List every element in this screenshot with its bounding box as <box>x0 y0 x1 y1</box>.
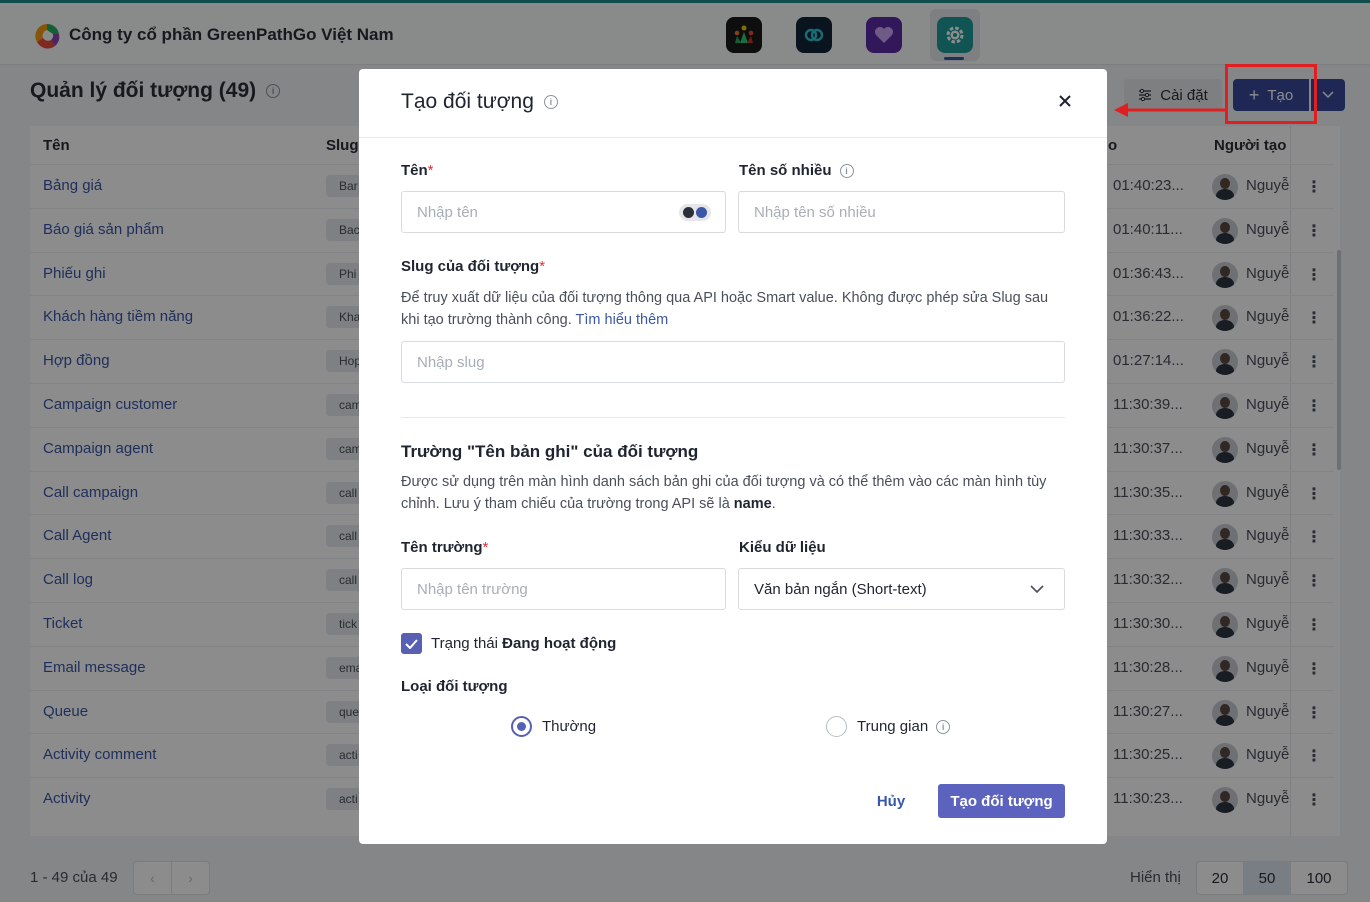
section-divider <box>401 417 1065 418</box>
record-desc-text: Được sử dụng trên màn hình danh sách bản… <box>401 474 1047 512</box>
record-name-section-title: Trường "Tên bản ghi" của đối tượng <box>401 442 699 461</box>
field-name-label: Tên trường* <box>401 539 488 556</box>
plural-name-label: Tên số nhiều i <box>739 162 854 179</box>
active-status-checkbox[interactable] <box>401 633 422 654</box>
learn-more-link[interactable]: Tìm hiểu thêm <box>576 312 669 328</box>
data-type-select[interactable]: Văn bản ngắn (Short-text) <box>738 568 1065 610</box>
object-type-normal-text: Thường <box>542 718 597 735</box>
close-icon[interactable] <box>1055 91 1075 111</box>
dialog-title: Tạo đối tượng i <box>401 90 558 114</box>
info-icon[interactable]: i <box>839 163 854 178</box>
required-marker: * <box>482 539 489 556</box>
password-manager-icon[interactable] <box>679 204 711 221</box>
slug-description-text: Để truy xuất dữ liệu của đối tượng thông… <box>401 290 1049 328</box>
field-name-placeholder: Nhập tên trường <box>417 580 528 598</box>
name-input[interactable]: Nhập tên <box>401 191 726 233</box>
slug-input-placeholder: Nhập slug <box>417 353 485 371</box>
object-type-normal-label[interactable]: Thường <box>542 718 596 735</box>
required-marker: * <box>427 162 434 179</box>
status-value: Đang hoạt động <box>502 635 617 652</box>
dialog-header: Tạo đối tượng i <box>359 69 1107 138</box>
object-type-label: Loại đối tượng <box>401 678 508 695</box>
data-type-value: Văn bản ngắn (Short-text) <box>754 580 927 598</box>
info-icon[interactable]: i <box>543 95 558 109</box>
slug-label: Slug của đối tượng* <box>401 258 545 275</box>
chevron-down-icon <box>1030 585 1044 594</box>
annotation-highlight-box <box>1225 64 1317 124</box>
object-type-junction-radio[interactable] <box>826 716 847 737</box>
plural-name-label-text: Tên số nhiều <box>739 162 832 179</box>
record-name-description: Được sử dụng trên màn hình danh sách bản… <box>401 471 1065 515</box>
status-prefix: Trạng thái <box>431 635 498 652</box>
dialog-title-text: Tạo đối tượng <box>401 90 534 113</box>
slug-description: Để truy xuất dữ liệu của đối tượng thông… <box>401 287 1065 331</box>
data-type-label-text: Kiểu dữ liệu <box>739 539 826 556</box>
name-input-placeholder: Nhập tên <box>417 203 478 221</box>
record-desc-end: . <box>771 496 776 512</box>
create-object-dialog: Tạo đối tượng i Tên* Nhập tên Tên số nhi… <box>359 69 1107 844</box>
plural-name-placeholder: Nhập tên số nhiều <box>754 203 876 221</box>
check-icon <box>405 638 418 649</box>
object-type-label-text: Loại đối tượng <box>401 678 508 695</box>
field-name-input[interactable]: Nhập tên trường <box>401 568 726 610</box>
create-object-button[interactable]: Tạo đối tượng <box>938 784 1065 818</box>
object-type-normal-radio[interactable] <box>511 716 532 737</box>
slug-input[interactable]: Nhập slug <box>401 341 1065 383</box>
plural-name-input[interactable]: Nhập tên số nhiều <box>738 191 1065 233</box>
active-status-label[interactable]: Trạng thái Đang hoạt động <box>431 635 616 652</box>
name-label: Tên* <box>401 162 434 179</box>
slug-label-text: Slug của đối tượng <box>401 258 540 275</box>
name-label-text: Tên <box>401 162 428 179</box>
info-icon[interactable]: i <box>936 719 951 734</box>
record-desc-key: name <box>733 496 772 512</box>
annotation-arrow-icon <box>1114 103 1225 117</box>
field-name-label-text: Tên trường <box>401 539 483 556</box>
required-marker: * <box>539 258 546 275</box>
object-type-junction-text: Trung gian <box>857 718 929 735</box>
data-type-label: Kiểu dữ liệu <box>739 539 826 556</box>
object-type-junction-label[interactable]: Trung gian i <box>857 718 951 735</box>
cancel-button[interactable]: Hủy <box>856 784 926 818</box>
